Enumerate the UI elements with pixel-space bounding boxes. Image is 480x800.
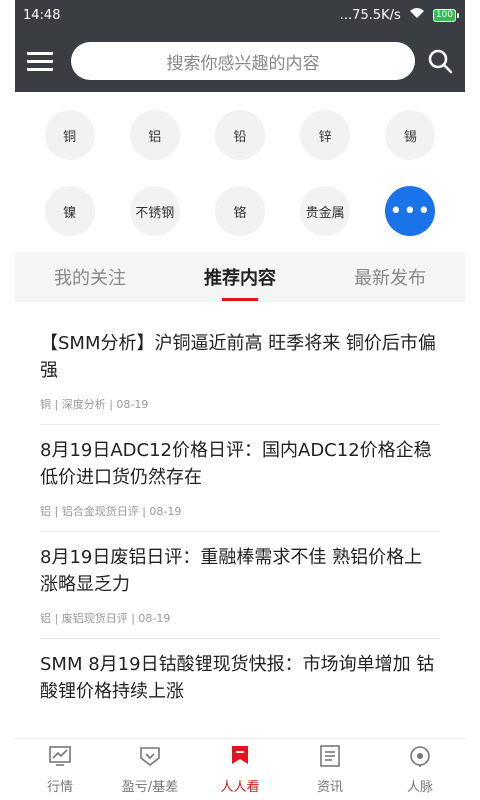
search-placeholder: 搜索你感兴趣的内容 [166,53,320,74]
chart-icon [48,744,72,772]
nav-everyone-reads[interactable]: 人人看 [195,739,285,800]
menu-icon[interactable] [15,30,71,92]
nav-label: 人脉 [406,780,433,795]
contacts-icon [408,744,432,772]
article-meta: 铝 | 废铝现货日评 | 08-19 [40,612,171,625]
article-title: SMM 8月19日钴酸锂现货快报：市场询单增加 钴酸锂价格持续上涨 [40,654,435,702]
document-icon [318,744,342,772]
article-meta: 铝 | 铝合金现货日评 | 08-19 [40,505,182,518]
tab-latest[interactable]: 最新发布 [315,252,465,302]
nav-label: 资讯 [316,780,343,795]
article-item[interactable]: 【SMM分析】沪铜逼近前高 旺季将来 铜价后市偏强 铜 | 深度分析 | 08-… [40,330,440,425]
tab-recommended[interactable]: 推荐内容 [165,252,315,302]
battery-icon: 100 [432,8,459,22]
category-tin[interactable]: 锡 [385,110,436,160]
more-categories-button[interactable]: ••• [385,186,436,236]
article-title: 8月19日废铝日评：重融棒需求不佳 熟铝价格上涨略显乏力 [40,547,423,595]
app-header: 搜索你感兴趣的内容 [15,30,465,92]
article-list: 【SMM分析】沪铜逼近前高 旺季将来 铜价后市偏强 铜 | 深度分析 | 08-… [40,330,440,729]
category-chromium[interactable]: 铬 [214,186,265,236]
nav-label: 行情 [46,780,73,795]
network-speed: ...75.5K/s [339,7,401,23]
nav-label: 人人看 [220,780,260,795]
article-item[interactable]: SMM 8月19日钴酸锂现货快报：市场询单增加 钴酸锂价格持续上涨 [40,651,440,717]
status-bar: 14:48 ...75.5K/s 100 [15,0,465,30]
article-title: 8月19日ADC12价格日评：国内ADC12价格企稳 低价进口货仍然存在 [40,440,432,488]
nav-market[interactable]: 行情 [15,739,105,800]
article-title: 【SMM分析】沪铜逼近前高 旺季将来 铜价后市偏强 [40,333,436,381]
nav-news[interactable]: 资讯 [285,739,375,800]
article-item[interactable]: 8月19日ADC12价格日评：国内ADC12价格企稳 低价进口货仍然存在 铝 |… [40,437,440,532]
category-stainless-steel[interactable]: 不锈钢 [129,186,180,236]
status-indicators: ...75.5K/s 100 [340,7,459,23]
search-input[interactable]: 搜索你感兴趣的内容 [71,42,415,80]
bookmark-icon [228,744,252,772]
nav-label: 盈亏/基差 [121,780,179,795]
content-tabs: 我的关注 推荐内容 最新发布 [15,252,465,302]
nav-contacts[interactable]: 人脉 [375,739,465,800]
category-row-2: 镍 不锈钢 铬 贵金属 ••• [15,186,465,236]
category-row-1: 铜 铝 铅 锌 锡 [15,110,465,160]
category-nickel[interactable]: 镍 [44,186,95,236]
status-time: 14:48 [23,7,61,23]
article-item[interactable]: 8月19日废铝日评：重融棒需求不佳 熟铝价格上涨略显乏力 铝 | 废铝现货日评 … [40,544,440,639]
category-lead[interactable]: 铅 [214,110,265,160]
category-copper[interactable]: 铜 [44,110,95,160]
category-precious-metals[interactable]: 贵金属 [300,186,351,236]
category-aluminum[interactable]: 铝 [129,110,180,160]
nav-profit-basis[interactable]: 盈亏/基差 [105,739,195,800]
bottom-nav: 行情 盈亏/基差 人人看 资讯 人脉 [15,738,465,800]
article-meta: 铜 | 深度分析 | 08-19 [40,398,149,411]
shield-icon [138,744,162,772]
search-icon[interactable] [415,30,465,92]
category-zinc[interactable]: 锌 [300,110,351,160]
tab-my-follows[interactable]: 我的关注 [15,252,165,302]
wifi-icon [409,7,425,23]
